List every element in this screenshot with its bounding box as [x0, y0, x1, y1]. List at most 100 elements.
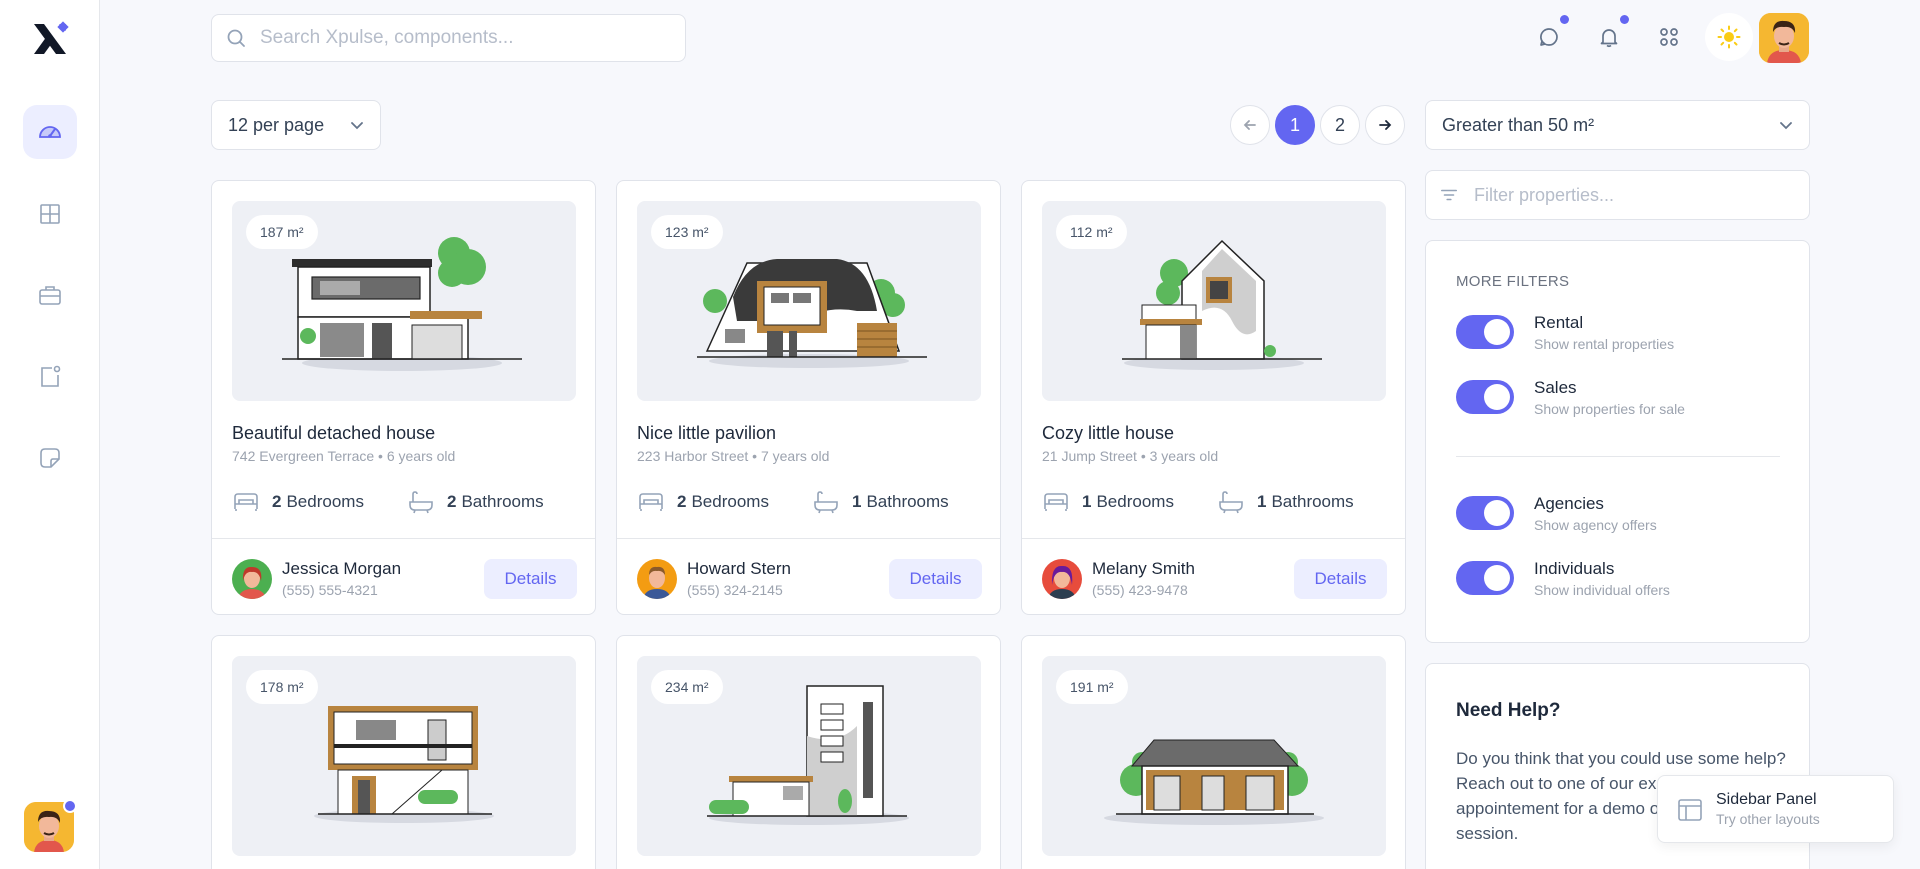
- toggle-label: Rental: [1534, 313, 1584, 332]
- agent-footer: Jessica Morgan (555) 555-4321 Details: [212, 538, 595, 614]
- more-filters-title: MORE FILTERS: [1456, 273, 1570, 290]
- nav-notes[interactable]: [23, 431, 77, 485]
- area-badge: 123 m²: [651, 215, 723, 249]
- agent-phone: (555) 423-9478: [1092, 582, 1188, 598]
- next-page-button[interactable]: [1365, 105, 1405, 145]
- filter-lines-icon: [1440, 189, 1458, 201]
- agent-footer: Howard Stern (555) 324-2145 Details: [617, 538, 1000, 614]
- property-title[interactable]: Nice little pavilion: [637, 423, 776, 444]
- agent-avatar: [1042, 559, 1082, 599]
- rental-toggle[interactable]: [1456, 315, 1514, 349]
- area-badge: 234 m²: [651, 670, 723, 704]
- chevron-down-icon: [351, 122, 363, 130]
- sidebar: [0, 0, 100, 869]
- details-button[interactable]: Details: [889, 559, 982, 599]
- toggle-label: Individuals: [1534, 559, 1615, 578]
- bathrooms-count: 2: [447, 492, 457, 511]
- page-2-button[interactable]: 2: [1320, 105, 1360, 145]
- apps-grid-icon: [1660, 28, 1678, 46]
- filter-properties-field[interactable]: [1425, 170, 1810, 220]
- property-image[interactable]: 178 m²: [232, 656, 576, 856]
- toggle-label: Sales: [1534, 378, 1577, 397]
- agent-avatar: [637, 559, 677, 599]
- prev-page-button[interactable]: [1230, 105, 1270, 145]
- search-icon: [227, 29, 245, 47]
- bed-icon: [234, 493, 258, 511]
- agent-avatar: [232, 559, 272, 599]
- briefcase-icon: [39, 286, 61, 305]
- details-button[interactable]: Details: [1294, 559, 1387, 599]
- bedrooms-count: 2: [272, 492, 282, 511]
- property-address: 21 Jump Street • 3 years old: [1042, 448, 1219, 464]
- sun-icon: [1717, 25, 1741, 49]
- gauge-icon: [39, 126, 61, 138]
- agent-phone: (555) 555-4321: [282, 582, 378, 598]
- bed-icon: [639, 493, 663, 511]
- nav-business[interactable]: [23, 268, 77, 322]
- sidebar-panel-title: Sidebar Panel: [1716, 791, 1817, 808]
- bedrooms-label: Bedrooms: [1096, 492, 1174, 511]
- property-card: 178 m²: [211, 635, 596, 869]
- toggle-description: Show agency offers: [1534, 517, 1657, 533]
- property-image[interactable]: 191 m²: [1042, 656, 1386, 856]
- bathrooms-label: Bathrooms: [461, 492, 544, 511]
- note-notification-icon: [41, 365, 61, 387]
- bedrooms-count: 1: [1082, 492, 1092, 511]
- grid-icon: [40, 204, 60, 224]
- agencies-toggle[interactable]: [1456, 496, 1514, 530]
- property-card: 234 m²: [616, 635, 1001, 869]
- sidebar-panel-sub: Try other layouts: [1716, 811, 1820, 827]
- bedrooms-label: Bedrooms: [691, 492, 769, 511]
- search-bar[interactable]: [211, 14, 686, 62]
- property-address: 223 Harbor Street • 7 years old: [637, 448, 830, 464]
- nav-apps[interactable]: [23, 350, 77, 404]
- more-filters-card: MORE FILTERS Rental Show rental properti…: [1425, 240, 1810, 643]
- agent-name: Jessica Morgan: [282, 559, 402, 578]
- property-card: 112 m² Cozy little house 21 Jump Street …: [1021, 180, 1406, 615]
- individuals-toggle[interactable]: [1456, 561, 1514, 595]
- bedrooms-info: 1 Bedrooms: [1042, 489, 1174, 515]
- notifications-button[interactable]: [1594, 15, 1629, 52]
- property-card: 123 m² Nice little pavilion 223 Harbor S…: [616, 180, 1001, 615]
- bathrooms-count: 1: [852, 492, 862, 511]
- area-badge: 191 m²: [1056, 670, 1128, 704]
- bathrooms-info: 1 Bathrooms: [1217, 489, 1354, 515]
- sales-toggle[interactable]: [1456, 380, 1514, 414]
- area-badge: 187 m²: [246, 215, 318, 249]
- toggle-description: Show rental properties: [1534, 336, 1675, 352]
- chevron-down-icon: [1780, 122, 1792, 130]
- area-badge: 112 m²: [1056, 215, 1127, 249]
- property-image[interactable]: 112 m²: [1042, 201, 1386, 401]
- nav-layouts[interactable]: [23, 187, 77, 241]
- page-1-button[interactable]: 1: [1275, 105, 1315, 145]
- area-badge: 178 m²: [246, 670, 318, 704]
- area-filter-select[interactable]: Greater than 50 m²: [1425, 100, 1810, 150]
- bathtub-icon: [814, 491, 838, 514]
- search-input[interactable]: [260, 27, 660, 49]
- sidebar-panel-switcher[interactable]: Sidebar Panel Try other layouts: [1657, 775, 1894, 843]
- apps-button[interactable]: [1654, 22, 1684, 52]
- messages-badge: [1560, 15, 1569, 24]
- chat-bubble-icon: [1540, 28, 1558, 46]
- property-image[interactable]: 123 m²: [637, 201, 981, 401]
- filter-properties-input[interactable]: [1474, 184, 1794, 206]
- xpulse-logo[interactable]: [30, 20, 70, 60]
- property-image[interactable]: 187 m²: [232, 201, 576, 401]
- nav-dashboard[interactable]: [23, 105, 77, 159]
- theme-toggle-button[interactable]: [1705, 13, 1753, 61]
- online-status-dot: [63, 799, 77, 813]
- profile-avatar[interactable]: [1759, 13, 1809, 63]
- property-title[interactable]: Cozy little house: [1042, 423, 1174, 444]
- property-title[interactable]: Beautiful detached house: [232, 423, 435, 444]
- per-page-value: 12 per page: [228, 114, 325, 135]
- bedrooms-info: 2 Bedrooms: [232, 489, 364, 515]
- bathrooms-label: Bathrooms: [1271, 492, 1354, 511]
- user-avatar[interactable]: [24, 799, 77, 852]
- divider: [1456, 456, 1780, 457]
- page-1-label: 1: [1289, 114, 1300, 135]
- bedrooms-count: 2: [677, 492, 687, 511]
- messages-button[interactable]: [1534, 15, 1569, 52]
- property-image[interactable]: 234 m²: [637, 656, 981, 856]
- details-button[interactable]: Details: [484, 559, 577, 599]
- per-page-select[interactable]: 12 per page: [211, 100, 381, 150]
